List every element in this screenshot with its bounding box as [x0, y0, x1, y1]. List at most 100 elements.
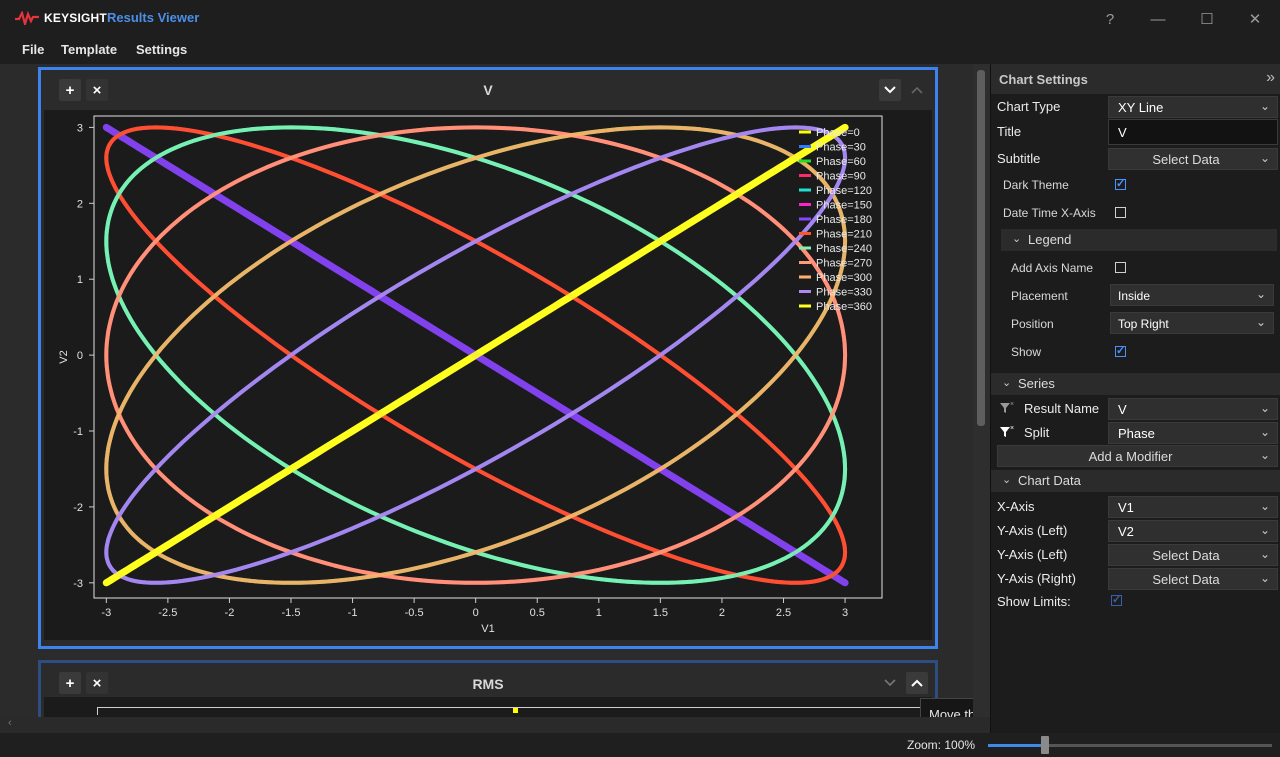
chart-panel-v[interactable]: + × V -3 -2.5 -2 -1.5 -1 -0.5 0 0.5 1 1.5 2 2.5 3 -3-…	[38, 67, 938, 649]
result-name-label: Result Name	[1024, 401, 1100, 416]
position-label: Position	[1011, 317, 1054, 331]
y-axis-right-label: Y-Axis (Right)	[997, 571, 1076, 586]
y-axis-right-value: Select Data	[1152, 572, 1220, 587]
maximize-button[interactable]: ☐	[1195, 8, 1219, 30]
rms-data-point	[513, 708, 518, 713]
menu-settings[interactable]: Settings	[136, 42, 187, 57]
minimize-button[interactable]: —	[1146, 8, 1170, 30]
chart-title: RMS	[472, 676, 504, 692]
placement-dropdown[interactable]: Inside ⌄	[1110, 284, 1274, 306]
y-tick-label: 2	[77, 198, 83, 210]
zoom-slider[interactable]	[988, 736, 1272, 754]
collapse-chart-button[interactable]	[879, 672, 901, 694]
show-legend-checkbox[interactable]	[1115, 344, 1126, 357]
y-axis-left-label: Y-Axis (Left)	[997, 523, 1068, 538]
x-tick-label: 2.5	[776, 607, 791, 619]
y-tick-label: 0	[77, 350, 83, 362]
add-modifier-button[interactable]: Add a Modifier ⌄	[997, 445, 1278, 467]
split-dropdown[interactable]: Phase ⌄	[1108, 422, 1278, 444]
scrollbar-thumb[interactable]	[977, 70, 985, 426]
x-tick-label: 1	[596, 607, 602, 619]
series-section-header[interactable]: ⌄ Series	[991, 373, 1280, 395]
chart-type-label: Chart Type	[997, 99, 1061, 114]
placement-value: Inside	[1118, 289, 1151, 303]
legend-entry: Phase=240	[816, 243, 872, 255]
menu-bar: File Template Settings	[0, 36, 1280, 64]
vertical-scrollbar[interactable]	[973, 64, 990, 717]
split-filter-icon[interactable]: ×	[999, 424, 1015, 443]
chart-data-section-header[interactable]: ⌄ Chart Data	[991, 470, 1280, 492]
dark-theme-checkbox[interactable]	[1115, 177, 1126, 190]
move-chart-up-button[interactable]	[906, 79, 928, 101]
xy-line-chart: -3 -2.5 -2 -1.5 -1 -0.5 0 0.5 1 1.5 2 2.5 3 -3 -2 -1 0 1 2…	[58, 115, 883, 635]
add-axis-name-checkbox[interactable]	[1115, 262, 1126, 273]
zoom-slider-thumb[interactable]	[1041, 736, 1049, 754]
x-tick-label: 3	[842, 607, 848, 619]
collapse-chart-button[interactable]	[879, 79, 901, 101]
brand-name: KEYSIGHT	[44, 11, 107, 25]
show-limits-checkbox[interactable]	[1111, 593, 1122, 606]
x-tick-label: -1.5	[282, 607, 301, 619]
move-chart-up-button[interactable]	[906, 672, 928, 694]
chevron-down-icon: ⌄	[1259, 547, 1270, 561]
x-tick-label: -2.5	[158, 607, 177, 619]
series-section-label: Series	[1018, 376, 1055, 391]
zoom-slider-fill	[988, 744, 1045, 747]
chevron-down-icon: ⌄	[1012, 233, 1022, 245]
chart-data-section-label: Chart Data	[1018, 473, 1081, 488]
x-tick-label: 0.5	[530, 607, 545, 619]
show-limits-label: Show Limits:	[997, 594, 1071, 609]
menu-template[interactable]: Template	[61, 42, 117, 57]
x-axis-value: V1	[1118, 500, 1134, 515]
chevron-down-icon: ⌄	[1259, 151, 1270, 165]
y-tick-label: -1	[73, 426, 83, 438]
split-value: Phase	[1118, 426, 1155, 441]
settings-title: Chart Settings	[999, 72, 1088, 87]
x-axis-dropdown[interactable]: V1 ⌄	[1108, 496, 1278, 518]
scroll-left-icon[interactable]: ‹	[8, 717, 12, 729]
y-axis-right-select-button[interactable]: Select Data ⌄	[1108, 568, 1278, 590]
chevron-down-icon: ⌄	[1002, 377, 1012, 389]
dark-theme-label: Dark Theme	[1003, 178, 1069, 192]
result-name-filter-icon[interactable]: ×	[999, 400, 1015, 419]
chevron-down-icon: ⌄	[1259, 571, 1270, 585]
help-button[interactable]: ?	[1098, 8, 1122, 30]
chart-settings-panel: Chart Settings » Chart Type XY Line ⌄ Tit…	[990, 64, 1280, 733]
chevron-down-icon: ⌄	[1259, 99, 1270, 113]
y-axis-label: V2	[58, 350, 70, 363]
collapse-settings-icon[interactable]: »	[1266, 69, 1275, 87]
chart-type-dropdown[interactable]: XY Line ⌄	[1108, 96, 1278, 118]
svg-text:×: ×	[1010, 425, 1014, 432]
y-axis-left-2-label: Y-Axis (Left)	[997, 547, 1068, 562]
legend-entry: Phase=0	[816, 127, 860, 139]
zoom-label: Zoom: 100%	[907, 738, 976, 752]
legend-entry: Phase=300	[816, 272, 872, 284]
position-dropdown[interactable]: Top Right ⌄	[1110, 312, 1274, 334]
title-bar: KEYSIGHT Results Viewer ? — ☐ ✕	[0, 0, 1280, 36]
legend-entry: Phase=270	[816, 258, 872, 270]
chart-panel-rms[interactable]: + × RMS	[38, 660, 938, 720]
legend-section-header[interactable]: ⌄ Legend	[1001, 229, 1277, 251]
menu-file[interactable]: File	[22, 42, 44, 57]
result-name-dropdown[interactable]: V ⌄	[1108, 398, 1278, 420]
datetime-x-axis-checkbox[interactable]	[1115, 207, 1126, 218]
title-input-value: V	[1118, 125, 1127, 140]
svg-text:×: ×	[1010, 401, 1014, 408]
subtitle-select-button[interactable]: Select Data ⌄	[1108, 148, 1278, 170]
x-axis-label: X-Axis	[997, 499, 1035, 514]
y-axis-left-2-select-button[interactable]: Select Data ⌄	[1108, 544, 1278, 566]
app-title: Results Viewer	[107, 10, 200, 25]
title-input[interactable]: V	[1108, 119, 1278, 145]
chevron-up-icon	[911, 86, 923, 94]
close-button[interactable]: ✕	[1243, 8, 1267, 30]
y-axis-left-dropdown[interactable]: V2 ⌄	[1108, 520, 1278, 542]
chart-area[interactable]: -3 -2.5 -2 -1.5 -1 -0.5 0 0.5 1 1.5 2 2.5 3 -3 -2 -1 0 1 2…	[44, 110, 932, 640]
legend-entry: Phase=90	[816, 171, 866, 183]
horizontal-scrollbar[interactable]: ‹	[0, 717, 990, 733]
legend-entry: Phase=210	[816, 229, 872, 241]
chevron-down-icon: ⌄	[1259, 425, 1270, 439]
y-tick-label: -2	[73, 502, 83, 514]
add-modifier-label: Add a Modifier	[1088, 449, 1173, 464]
chevron-down-icon	[884, 86, 896, 94]
keysight-wave-icon	[15, 11, 39, 25]
